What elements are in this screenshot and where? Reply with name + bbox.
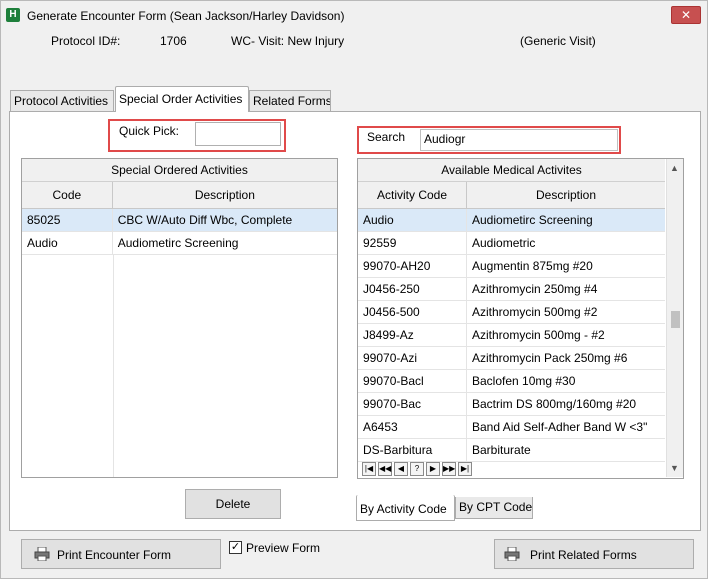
- visit-type: WC- Visit: New Injury: [231, 34, 345, 48]
- table-row[interactable]: 99070-Azi Azithromycin Pack 250mg #6: [358, 347, 665, 370]
- preview-form-label: Preview Form: [246, 541, 321, 555]
- table-row[interactable]: 99070-Bacl Baclofen 10mg #30: [358, 370, 665, 393]
- table-row[interactable]: J8499-Az Azithromycin 500mg - #2: [358, 324, 665, 347]
- cell-code: Audio: [22, 232, 113, 254]
- available-activities-grid: Available Medical Activites Activity Cod…: [357, 158, 684, 479]
- table-row[interactable]: J0456-500 Azithromycin 500mg #2: [358, 301, 665, 324]
- special-ordered-grid: Special Ordered Activities Code Descript…: [21, 158, 338, 478]
- scroll-down-arrow-icon[interactable]: ▼: [670, 463, 679, 473]
- tab-label: Special Order Activities: [119, 92, 243, 106]
- cell-activity-code: J0456-500: [358, 301, 467, 323]
- cell-description: Band Aid Self-Adher Band W <3": [472, 420, 648, 434]
- tab-label: By CPT Code: [459, 500, 533, 514]
- record-navigator: |◀ ◀◀ ◀? ▶ ▶▶ ▶|: [362, 462, 474, 478]
- delete-button[interactable]: Delete: [185, 489, 281, 519]
- table-row[interactable]: 99070-Bac Bactrim DS 800mg/160mg #20: [358, 393, 665, 416]
- tab-related-forms[interactable]: Related Forms: [249, 90, 331, 111]
- cell-description: CBC W/Auto Diff Wbc, Complete: [117, 213, 293, 227]
- column-header-description[interactable]: Description: [467, 182, 665, 208]
- vertical-scrollbar[interactable]: ▲ ▼: [666, 159, 683, 477]
- search-label: Search: [367, 130, 406, 144]
- print-encounter-form-button[interactable]: Print Encounter Form: [21, 539, 221, 569]
- tab-label: Protocol Activities: [14, 94, 109, 108]
- quick-pick-input[interactable]: [195, 122, 281, 146]
- visit-kind: (Generic Visit): [520, 34, 596, 48]
- cell-description: Augmentin 875mg #20: [472, 259, 593, 273]
- close-button[interactable]: ✕: [671, 6, 701, 24]
- cell-description: Audiometric: [472, 236, 536, 250]
- cell-activity-code: Audio: [358, 209, 467, 231]
- table-row[interactable]: Audio Audiometirc Screening: [358, 209, 665, 232]
- table-row[interactable]: 99070-AH20 Augmentin 875mg #20: [358, 255, 665, 278]
- cell-description: Azithromycin 500mg #2: [472, 305, 598, 319]
- cell-activity-code: 99070-Azi: [358, 347, 467, 369]
- cell-activity-code: 99070-AH20: [358, 255, 467, 277]
- column-divider: [113, 255, 114, 477]
- printer-icon: [504, 547, 520, 561]
- cell-description: Azithromycin 500mg - #2: [472, 328, 605, 342]
- column-header-code[interactable]: Code: [22, 182, 113, 208]
- quick-pick-label: Quick Pick:: [119, 124, 180, 138]
- encounter-form-window: H Generate Encounter Form (Sean Jackson/…: [0, 0, 708, 579]
- cell-activity-code: 99070-Bac: [358, 393, 467, 415]
- table-row[interactable]: DS-Barbitura Barbiturate: [358, 439, 665, 462]
- print-related-label: Print Related Forms: [530, 548, 637, 562]
- tab-special-order-activities[interactable]: Special Order Activities: [115, 86, 249, 112]
- table-row[interactable]: Audio Audiometirc Screening: [22, 232, 337, 255]
- nav-button-1[interactable]: ◀◀: [378, 462, 392, 476]
- tab-by-cpt-code[interactable]: By CPT Code: [455, 497, 533, 519]
- app-icon: H: [6, 8, 20, 22]
- nav-button-3[interactable]: ?: [410, 462, 424, 476]
- cell-description: Audiometirc Screening: [117, 236, 239, 250]
- scroll-thumb[interactable]: [671, 311, 680, 328]
- print-encounter-label: Print Encounter Form: [57, 548, 172, 562]
- preview-form-checkbox[interactable]: ✓: [229, 541, 242, 554]
- cell-activity-code: J0456-250: [358, 278, 467, 300]
- nav-button-2[interactable]: ◀: [394, 462, 408, 476]
- tab-by-activity-code[interactable]: By Activity Code: [356, 495, 455, 521]
- cell-activity-code: DS-Barbitura: [358, 439, 467, 461]
- title-bar: H Generate Encounter Form (Sean Jackson/…: [1, 1, 707, 31]
- cell-code: 85025: [22, 209, 113, 231]
- table-row[interactable]: 92559 Audiometric: [358, 232, 665, 255]
- cell-description: Azithromycin Pack 250mg #6: [472, 351, 628, 365]
- tab-label: By Activity Code: [360, 502, 447, 516]
- column-header-activity-code[interactable]: Activity Code: [358, 182, 467, 208]
- print-related-forms-button[interactable]: Print Related Forms: [494, 539, 694, 569]
- grid-header: Activity Code Description: [358, 182, 665, 209]
- table-row[interactable]: A6453 Band Aid Self-Adher Band W <3": [358, 416, 665, 439]
- table-row[interactable]: J0456-250 Azithromycin 250mg #4: [358, 278, 665, 301]
- tab-protocol-activities[interactable]: Protocol Activities: [10, 90, 114, 111]
- printer-icon: [34, 547, 50, 561]
- cell-description: Baclofen 10mg #30: [472, 374, 576, 388]
- grid-header: Code Description: [22, 182, 337, 209]
- nav-button-0[interactable]: |◀: [362, 462, 376, 476]
- tab-label: Related Forms: [253, 94, 331, 108]
- available-rows: Audio Audiometirc Screening 92559 Audiometr…: [358, 209, 665, 462]
- protocol-id-value: 1706: [160, 34, 187, 48]
- cell-activity-code: 92559: [358, 232, 467, 254]
- cell-description: Barbiturate: [472, 443, 531, 457]
- cell-activity-code: J8499-Az: [358, 324, 467, 346]
- grid-caption: Special Ordered Activities: [22, 159, 337, 182]
- grid-caption: Available Medical Activites: [358, 159, 665, 182]
- cell-activity-code: A6453: [358, 416, 467, 438]
- table-row[interactable]: 85025 CBC W/Auto Diff Wbc, Complete: [22, 209, 337, 232]
- nav-button-5[interactable]: ▶▶: [442, 462, 456, 476]
- scroll-up-arrow-icon[interactable]: ▲: [670, 163, 679, 173]
- cell-activity-code: 99070-Bacl: [358, 370, 467, 392]
- window-title: Generate Encounter Form (Sean Jackson/Ha…: [27, 9, 345, 23]
- cell-description: Bactrim DS 800mg/160mg #20: [472, 397, 637, 411]
- nav-button-4[interactable]: ▶: [426, 462, 440, 476]
- nav-button-6[interactable]: ▶|: [458, 462, 472, 476]
- cell-description: Azithromycin 250mg #4: [472, 282, 598, 296]
- protocol-id-label: Protocol ID#:: [51, 34, 121, 48]
- cell-description: Audiometirc Screening: [472, 213, 593, 227]
- search-input[interactable]: Audiogr: [420, 129, 618, 151]
- column-header-description[interactable]: Description: [113, 182, 337, 208]
